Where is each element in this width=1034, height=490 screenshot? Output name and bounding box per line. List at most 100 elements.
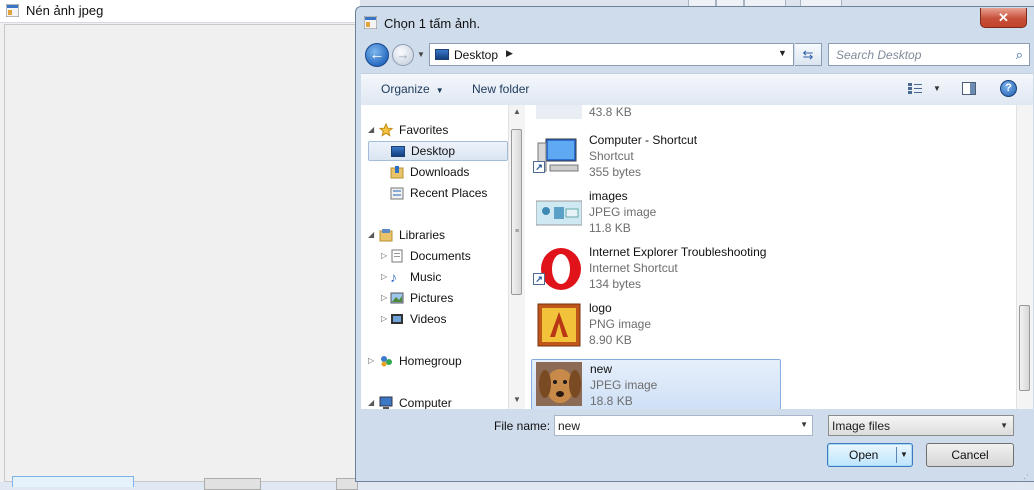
file-type-value[interactable]: Image files xyxy=(832,419,890,433)
tree-label: Downloads xyxy=(410,165,470,179)
file-name: new xyxy=(590,362,613,376)
expand-arrow-icon[interactable]: ▷ xyxy=(368,356,374,365)
views-dropdown-icon[interactable]: ▼ xyxy=(933,84,941,93)
file-name: Internet Explorer Troubleshooting xyxy=(589,245,767,259)
address-dropdown-icon[interactable]: ▼ xyxy=(778,48,787,58)
open-file-dialog: Chọn 1 tấm ảnh. ✕ ← → ▼ Desktop ▶ ▼ ⇆ Se… xyxy=(355,6,1034,484)
resize-grip-icon[interactable]: ⋰ xyxy=(1020,473,1029,484)
open-button[interactable]: Open ▼ xyxy=(827,443,913,467)
cancel-button-label: Cancel xyxy=(951,448,989,462)
tree-scrollbar[interactable]: ▲ ≡ ▼ xyxy=(508,105,525,409)
tree-item-favorites[interactable]: ◢ Favorites xyxy=(361,120,506,140)
tree-item-computer[interactable]: ◢ Computer xyxy=(361,393,506,409)
address-path-desktop[interactable]: Desktop xyxy=(454,48,498,62)
expand-arrow-icon[interactable]: ▷ xyxy=(381,272,387,281)
preview-pane-icon[interactable] xyxy=(962,82,976,95)
tree-item-documents[interactable]: ▷ Documents xyxy=(368,246,508,266)
search-icon[interactable]: ⌕ xyxy=(1016,47,1023,63)
back-arrow-icon: ← xyxy=(369,46,385,63)
open-options-dropdown-icon[interactable]: ▼ xyxy=(900,450,908,459)
recent-locations-button[interactable]: ▼ xyxy=(417,51,425,59)
file-size: 134 bytes xyxy=(589,277,642,291)
homegroup-icon xyxy=(381,356,392,367)
tree-item-desktop[interactable]: Desktop xyxy=(368,141,508,161)
forward-arrow-icon: → xyxy=(396,47,410,62)
back-button[interactable]: ← xyxy=(365,43,389,67)
expand-arrow-icon[interactable]: ▷ xyxy=(381,293,387,302)
shortcut-arrow-icon: ↗ xyxy=(533,161,545,173)
list-item[interactable]: ↗ Computer - Shortcut Shortcut 355 bytes xyxy=(531,131,781,183)
search-input[interactable]: Search Desktop xyxy=(836,48,921,62)
logo-thumbnail xyxy=(537,303,581,347)
chevron-down-icon[interactable]: ▼ xyxy=(800,420,808,429)
tree-item-homegroup[interactable]: ▷ Homegroup xyxy=(361,351,506,371)
list-item-selected[interactable]: new JPEG image 18.8 KB xyxy=(531,359,781,409)
expand-arrow-icon[interactable]: ▷ xyxy=(381,251,387,260)
desktop-icon xyxy=(435,49,449,60)
forward-button[interactable]: → xyxy=(392,44,414,66)
cancel-button[interactable]: Cancel xyxy=(926,443,1014,467)
documents-icon xyxy=(391,249,403,263)
videos-icon xyxy=(391,314,403,324)
tree-scrollbar-thumb[interactable]: ≡ xyxy=(511,129,522,295)
tree-item-libraries[interactable]: ◢ Libraries xyxy=(361,225,506,245)
file-type-select[interactable]: Image files ▼ xyxy=(828,415,1014,436)
chevron-down-icon[interactable]: ▼ xyxy=(1000,421,1008,430)
expand-arrow-icon[interactable]: ▷ xyxy=(381,314,387,323)
close-button[interactable]: ✕ xyxy=(980,8,1027,28)
tree-label: Libraries xyxy=(399,228,446,242)
list-item[interactable]: 43.8 KB xyxy=(531,105,781,123)
file-list-scrollbar-thumb[interactable] xyxy=(1019,305,1030,391)
refresh-icon: ⇆ xyxy=(802,47,814,62)
file-name-input[interactable]: new ▼ xyxy=(554,415,813,436)
tree-label: Homegroup xyxy=(399,354,462,368)
organize-label: Organize xyxy=(381,82,430,96)
file-type: Shortcut xyxy=(589,149,634,163)
file-size: 18.8 KB xyxy=(590,394,633,408)
tree-item-downloads[interactable]: Downloads xyxy=(368,162,508,182)
file-size: 11.8 KB xyxy=(589,221,631,235)
scroll-down-icon[interactable]: ▼ xyxy=(513,395,521,404)
list-item[interactable]: logo PNG image 8.90 KB xyxy=(531,299,781,351)
file-thumbnail xyxy=(536,105,582,119)
search-box[interactable]: Search Desktop ⌕ xyxy=(828,43,1030,66)
tree-item-videos[interactable]: ▷ Videos xyxy=(368,309,508,329)
navigation-bar: ← → ▼ Desktop ▶ ▼ ⇆ Search Desktop ⌕ xyxy=(364,41,1030,69)
new-folder-button[interactable]: New folder xyxy=(472,82,529,96)
organize-button[interactable]: Organize ▼ xyxy=(381,82,444,96)
scroll-up-icon[interactable]: ▲ xyxy=(513,107,521,116)
help-icon[interactable]: ? xyxy=(1000,80,1017,97)
views-icon[interactable] xyxy=(908,82,922,95)
background-app-titlebar: Nén ảnh jpeg xyxy=(0,0,360,23)
address-bar[interactable]: Desktop ▶ ▼ xyxy=(429,43,794,66)
dialog-title: Chọn 1 tấm ảnh. xyxy=(384,16,481,31)
collapse-arrow-icon[interactable]: ◢ xyxy=(368,398,374,407)
file-size: 43.8 KB xyxy=(589,105,632,119)
app-window-icon xyxy=(364,16,377,29)
breadcrumb-chevron-icon[interactable]: ▶ xyxy=(506,48,513,59)
collapse-arrow-icon[interactable]: ◢ xyxy=(368,125,374,134)
tree-item-pictures[interactable]: ▷ Pictures xyxy=(368,288,508,308)
file-type: JPEG image xyxy=(590,378,658,392)
file-name: images xyxy=(589,189,628,203)
refresh-button[interactable]: ⇆ xyxy=(795,43,822,66)
background-app-button[interactable] xyxy=(204,478,261,490)
file-size: 355 bytes xyxy=(589,165,642,179)
list-item[interactable]: ↗ Internet Explorer Troubleshooting Inte… xyxy=(531,243,781,295)
collapse-arrow-icon[interactable]: ◢ xyxy=(368,230,374,239)
pictures-icon xyxy=(390,292,404,304)
file-list-scrollbar[interactable] xyxy=(1016,105,1033,409)
tree-label: Recent Places xyxy=(410,186,488,200)
file-type: JPEG image xyxy=(589,205,657,219)
computer-icon xyxy=(379,396,393,409)
file-list: 43.8 KB ↗ Computer - Shortcut Shortcut 3… xyxy=(531,105,1013,409)
file-name-value[interactable]: new xyxy=(558,419,580,433)
list-item[interactable]: images JPEG image 11.8 KB xyxy=(531,187,781,239)
star-icon xyxy=(379,123,393,137)
dialog-titlebar: Chọn 1 tấm ảnh. ✕ xyxy=(356,7,1034,37)
image-thumbnail xyxy=(536,200,582,226)
tree-item-music[interactable]: ▷ ♪ Music xyxy=(368,267,508,287)
file-type: PNG image xyxy=(589,317,652,331)
tree-item-recent-places[interactable]: Recent Places xyxy=(368,183,508,203)
recent-places-icon xyxy=(390,187,404,200)
